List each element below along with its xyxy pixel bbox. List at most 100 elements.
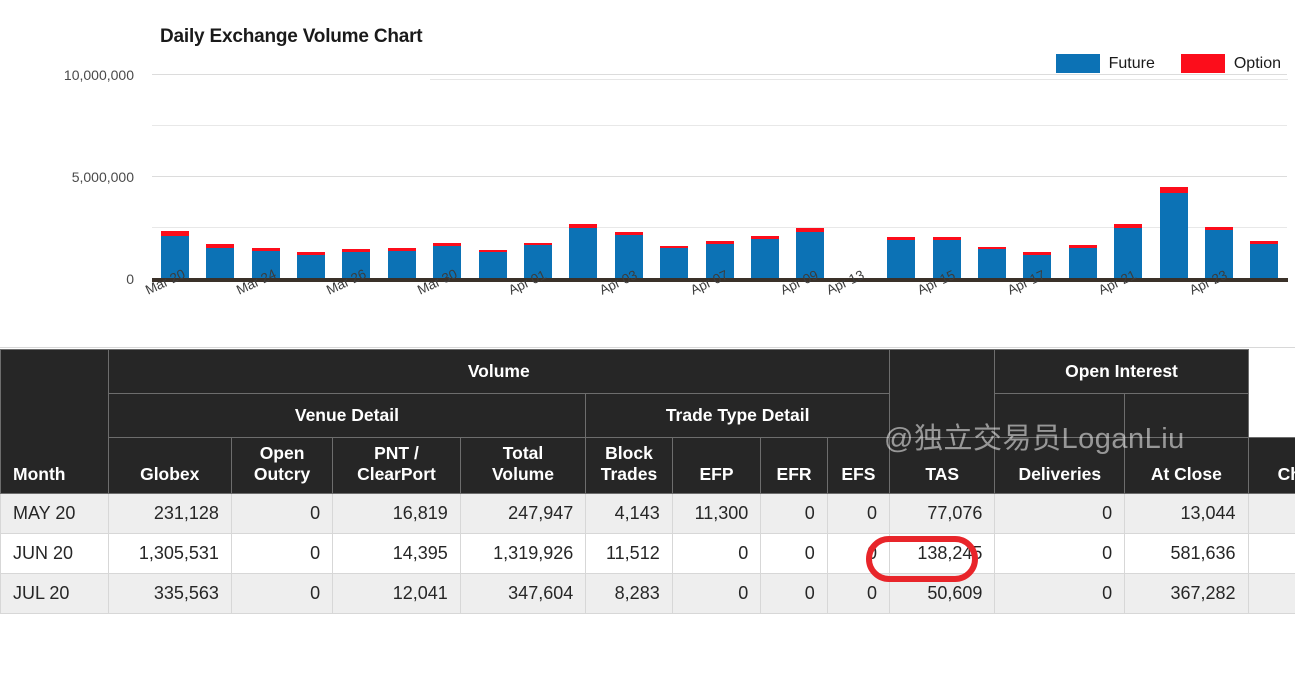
chart-bar[interactable] <box>1159 187 1188 279</box>
header-col-change[interactable]: Change <box>1247 437 1295 494</box>
header-sub-row: Venue Detail Trade Type Detail <box>1 393 1295 438</box>
header-volume-group: Volume <box>107 349 891 394</box>
header-col-open-outcry[interactable]: Open Outcry <box>230 437 334 494</box>
table-cell-efr: 0 <box>760 573 828 614</box>
chart-bar[interactable] <box>977 246 1006 279</box>
legend-label-future: Future <box>1108 54 1155 72</box>
legend-swatch-future <box>1055 54 1100 73</box>
header-open-interest-blank-a <box>994 393 1126 438</box>
header-col-total-volume[interactable]: Total Volume <box>459 437 587 494</box>
table-cell-efs: 0 <box>826 533 891 574</box>
chart-bar-segment-future <box>206 248 235 279</box>
chart-bar-segment-future <box>660 248 689 279</box>
volume-table-body: MAY 20 231,128 0 16,819 247,947 4,143 11,300 0 0… <box>0 493 1295 614</box>
chart-gridline <box>152 125 1287 126</box>
table-cell-open-outcry: 0 <box>230 493 334 534</box>
table-cell-total-volume: 347,604 <box>459 573 587 614</box>
chart-bar-segment-future <box>569 228 598 279</box>
table-cell-efs: 0 <box>826 493 891 534</box>
legend-label-option: Option <box>1233 54 1281 72</box>
chart-bar[interactable] <box>750 235 779 279</box>
table-cell-tas: 138,245 <box>888 533 996 574</box>
table-cell-deliveries: 0 <box>994 533 1126 574</box>
table-cell-tas: 50,609 <box>888 573 996 614</box>
header-col-pnt-clearport[interactable]: PNT / ClearPort <box>332 437 461 494</box>
chart-bar-segment-future <box>750 239 779 279</box>
header-col-efp[interactable]: EFP <box>671 437 762 494</box>
table-cell-block-trades: 11,512 <box>585 533 673 574</box>
header-col-efs[interactable]: EFS <box>826 437 891 494</box>
chart-gridline <box>152 176 1287 177</box>
table-cell-globex: 1,305,531 <box>107 533 232 574</box>
chart-bar-segment-future <box>296 254 325 279</box>
table-cell-month: JUL 20 <box>0 573 109 614</box>
table-cell-efp: 0 <box>671 533 762 574</box>
table-cell-pnt-clearport: 16,819 <box>332 493 461 534</box>
header-venue-detail: Venue Detail <box>107 393 587 438</box>
chart-bar-segment-future <box>1068 248 1097 279</box>
table-cell-globex: 335,563 <box>107 573 232 614</box>
table-cell-total-volume: 1,319,926 <box>459 533 587 574</box>
chart-legend: Future Option <box>1055 54 1281 73</box>
header-col-globex[interactable]: Globex <box>107 437 232 494</box>
table-row[interactable]: MAY 20 231,128 0 16,819 247,947 4,143 11,300 0 0… <box>0 493 1295 534</box>
table-cell-deliveries: 0 <box>994 573 1126 614</box>
chart-bar-segment-future <box>1159 193 1188 279</box>
header-col-efr[interactable]: EFR <box>760 437 828 494</box>
legend-item-future[interactable]: Future <box>1055 54 1155 73</box>
chart-bar[interactable] <box>206 244 235 279</box>
chart-y-tick-label: 5,000,000 <box>71 169 134 185</box>
table-cell-efs: 0 <box>826 573 891 614</box>
table-cell-at-close: 581,636 <box>1124 533 1249 574</box>
table-cell-efr: 0 <box>760 533 828 574</box>
volume-table-container: Month Volume Open Interest Venue Detail … <box>0 349 1295 676</box>
chart-y-tick-label: 0 <box>126 271 134 287</box>
chart-y-tick-label: 10,000,000 <box>63 67 134 83</box>
header-col-block-trades[interactable]: Block Trades <box>585 437 673 494</box>
chart-bar[interactable] <box>1068 244 1097 279</box>
header-group-row: Month Volume Open Interest <box>0 349 1295 494</box>
table-cell-at-close: 367,282 <box>1124 573 1249 614</box>
chart-bar-segment-future <box>977 249 1006 279</box>
table-cell-efp: 11,300 <box>671 493 762 534</box>
table-cell-open-outcry: 0 <box>230 573 334 614</box>
table-cell-at-close: 13,044 <box>1124 493 1249 534</box>
table-cell-pnt-clearport: 14,395 <box>332 533 461 574</box>
chart-bar[interactable] <box>387 248 416 279</box>
table-cell-change: 43,598 <box>1247 533 1295 574</box>
table-row[interactable]: JUL 20 335,563 0 12,041 347,604 8,283 0 0 0 50,60… <box>0 573 1295 614</box>
chart-bar[interactable] <box>569 223 598 279</box>
chart-bar[interactable] <box>660 245 689 279</box>
table-cell-month: MAY 20 <box>0 493 109 534</box>
volume-table-head: Month Volume Open Interest Venue Detail … <box>0 349 1295 494</box>
header-open-interest-blank-b <box>1124 393 1249 438</box>
table-cell-efr: 0 <box>760 493 828 534</box>
header-trade-type-detail: Trade Type Detail <box>585 393 890 438</box>
legend-item-option[interactable]: Option <box>1180 54 1281 73</box>
table-cell-pnt-clearport: 12,041 <box>332 573 461 614</box>
table-cell-globex: 231,128 <box>107 493 232 534</box>
chart-bar-segment-future <box>887 240 916 279</box>
header-leaf-row: Globex Open Outcry PNT / ClearPort Total… <box>1 437 1295 494</box>
table-row[interactable]: JUN 20 1,305,531 0 14,395 1,319,926 11,512 0 0 0… <box>0 533 1295 574</box>
chart-bar-segment-future <box>387 250 416 279</box>
header-col-tas[interactable]: TAS <box>888 437 996 494</box>
chart-panel: Daily Exchange Volume Chart Future Optio… <box>0 0 1295 348</box>
table-cell-block-trades: 4,143 <box>585 493 673 534</box>
header-col-at-close[interactable]: At Close <box>1124 437 1249 494</box>
chart-bar[interactable] <box>1250 241 1279 279</box>
chart-bar[interactable] <box>296 251 325 279</box>
chart-bar-segment-future <box>1250 244 1279 279</box>
header-deliveries-blank <box>888 349 996 438</box>
chart-bar[interactable] <box>887 237 916 279</box>
header-month[interactable]: Month <box>0 349 109 494</box>
table-cell-efp: 0 <box>671 573 762 614</box>
table-cell-open-outcry: 0 <box>230 533 334 574</box>
chart-bar[interactable] <box>478 249 507 279</box>
chart-bar-segment-future <box>478 252 507 279</box>
table-cell-change: 36,909 <box>1247 573 1295 614</box>
chart-gridline <box>152 74 1287 75</box>
table-cell-total-volume: 247,947 <box>459 493 587 534</box>
table-cell-month: JUN 20 <box>0 533 109 574</box>
header-col-deliveries[interactable]: Deliveries <box>994 437 1126 494</box>
